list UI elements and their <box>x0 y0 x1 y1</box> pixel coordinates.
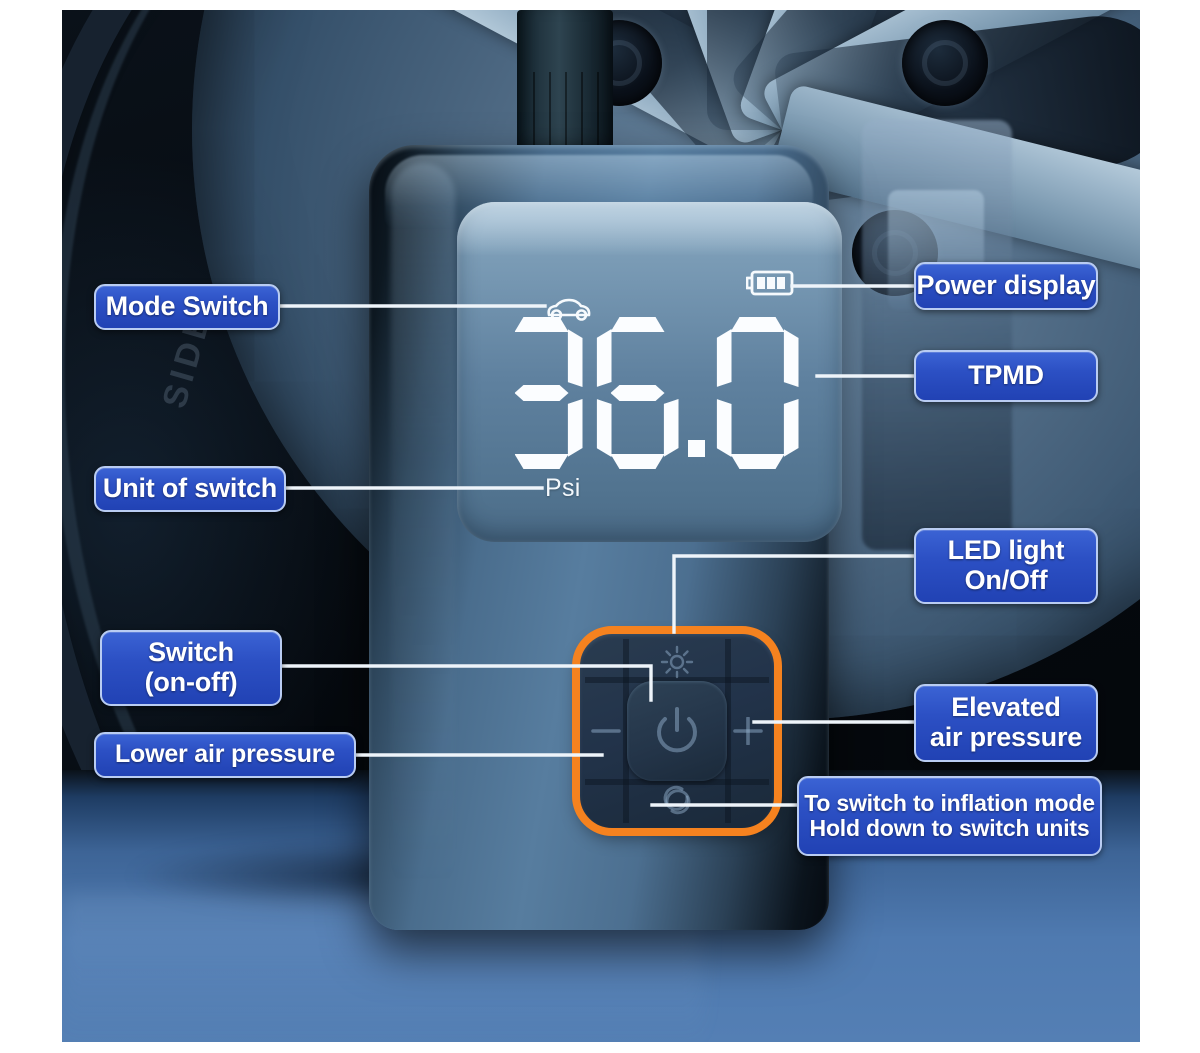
infographic-page: SIDE Psi Mode Switch Unit of switch Swit… <box>0 0 1200 1053</box>
callout-line: TPMD <box>968 360 1044 391</box>
callout-line: (on-off) <box>144 667 238 697</box>
callout-line: Lower air pressure <box>114 740 336 769</box>
callout-line: air pressure <box>929 722 1083 752</box>
callout-line: On/Off <box>964 565 1048 595</box>
callout-tpmd[interactable]: TPMD <box>914 350 1098 402</box>
callout-inflation-mode[interactable]: To switch to inflation mode Hold down to… <box>797 776 1102 856</box>
callout-switch-on-off[interactable]: Switch (on-off) <box>100 630 282 706</box>
callout-line: To switch to inflation mode <box>804 789 1095 816</box>
callout-line: Unit of switch <box>102 473 278 504</box>
callout-line: LED light <box>947 535 1065 566</box>
callout-power-display[interactable]: Power display <box>914 262 1098 310</box>
callout-lower-air-pressure[interactable]: Lower air pressure <box>94 732 356 778</box>
callout-led-light[interactable]: LED light On/Off <box>914 528 1098 604</box>
callout-line: Elevated <box>951 692 1061 723</box>
callout-line: Switch <box>148 637 234 668</box>
callout-line: Power display <box>916 270 1096 301</box>
callout-line: Hold down to switch units <box>809 815 1090 841</box>
callout-mode-switch[interactable]: Mode Switch <box>94 284 280 330</box>
callout-unit-of-switch[interactable]: Unit of switch <box>94 466 286 512</box>
callout-leader-lines <box>276 284 919 807</box>
callout-line: Mode Switch <box>105 291 269 322</box>
product-photo: SIDE Psi Mode Switch Unit of switch Swit… <box>62 10 1140 1042</box>
callout-elevated-air-pressure[interactable]: Elevated air pressure <box>914 684 1098 762</box>
